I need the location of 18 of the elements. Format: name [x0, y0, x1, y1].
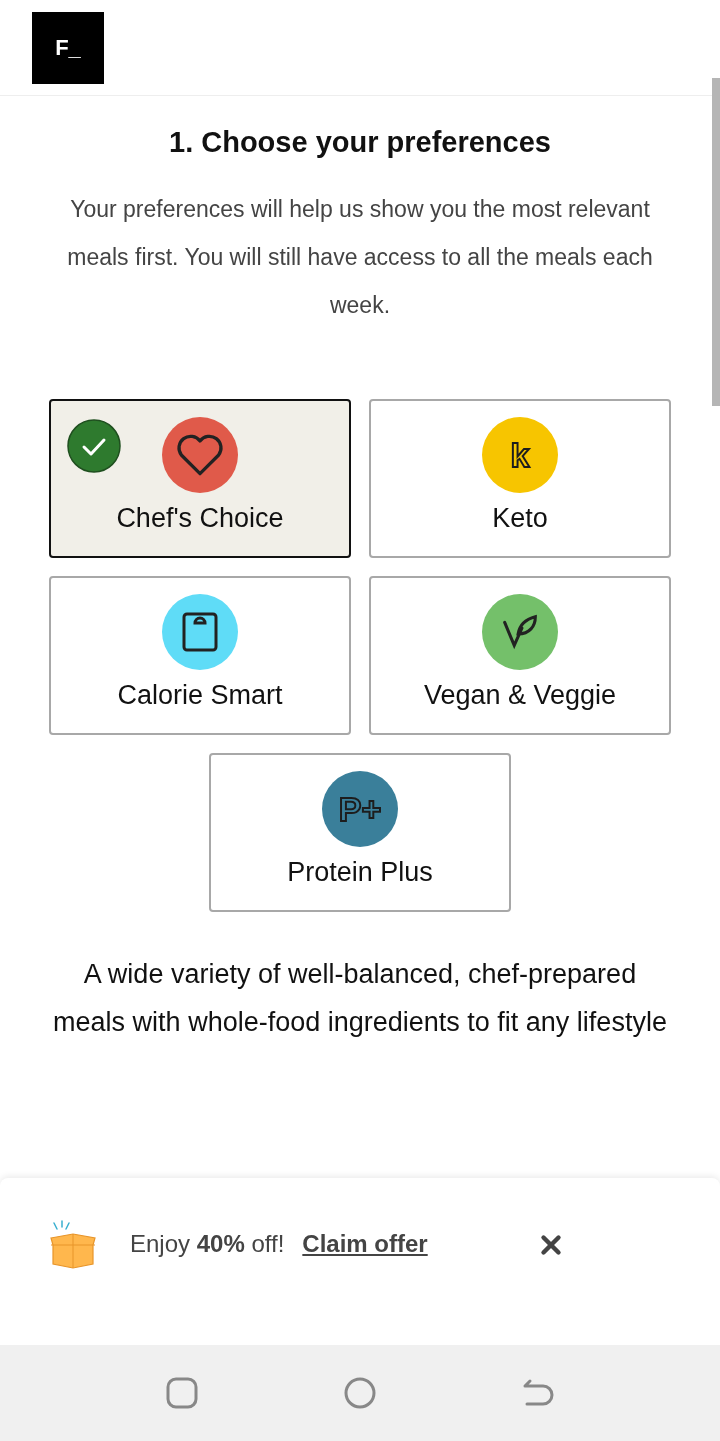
preference-card[interactable]: Vegan & Veggie	[369, 576, 671, 735]
description-text: A wide variety of well-balanced, chef-prepared meals with whole-food ingredients to fit any lifestyle	[52, 958, 668, 1039]
claim-offer-link[interactable]: Claim offer	[302, 1230, 428, 1258]
home-button[interactable]	[343, 1376, 377, 1410]
check-icon	[67, 419, 121, 473]
scrollbar[interactable]	[712, 78, 720, 406]
intro-text: Your preferences will help us show you the most relevant meals first. You will still have access to all the meals each week.	[66, 195, 654, 320]
recent-apps-button[interactable]	[165, 1376, 199, 1410]
preference-card[interactable]: P+ Protein Plus	[209, 753, 511, 912]
offer-text: Enjoy 40% off!	[130, 1230, 285, 1258]
page-title: 1. Choose your preferences	[169, 126, 551, 159]
logo[interactable]: F_	[32, 11, 104, 84]
letter-icon: P+	[322, 771, 398, 847]
preference-card[interactable]: Calorie Smart	[49, 576, 351, 735]
preference-card[interactable]: k Keto	[369, 399, 671, 558]
preference-card[interactable]: Chef's Choice	[49, 399, 351, 558]
box-icon	[48, 1220, 98, 1270]
letter-icon: k	[482, 417, 558, 493]
